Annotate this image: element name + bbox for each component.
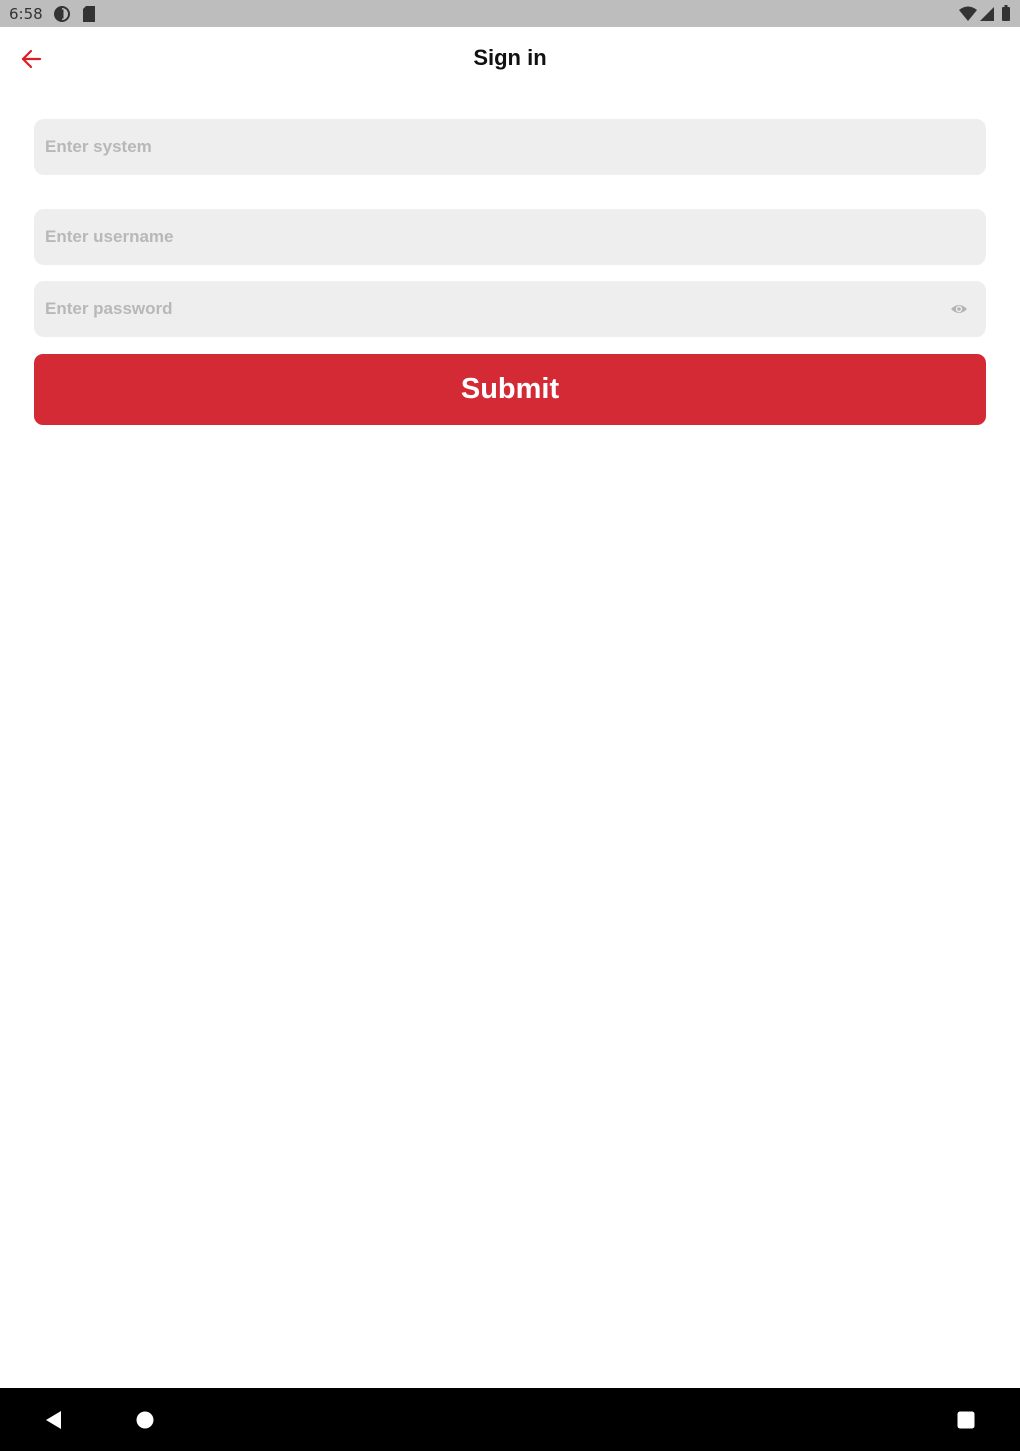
eye-icon[interactable] bbox=[950, 301, 968, 317]
sd-card-icon bbox=[82, 6, 96, 27]
battery-icon bbox=[1002, 5, 1010, 26]
back-triangle-icon[interactable] bbox=[42, 1408, 66, 1432]
page-title: Sign in bbox=[473, 45, 547, 70]
recents-square-icon[interactable] bbox=[954, 1408, 978, 1432]
home-circle-icon[interactable] bbox=[133, 1408, 157, 1432]
status-bar: 6:58 bbox=[0, 0, 1020, 27]
password-field bbox=[34, 281, 986, 337]
username-input[interactable] bbox=[34, 209, 986, 265]
password-input[interactable] bbox=[34, 281, 986, 337]
status-time: 6:58 bbox=[9, 5, 43, 23]
data-saver-icon bbox=[53, 5, 71, 28]
cell-signal-icon bbox=[980, 7, 994, 26]
system-input[interactable] bbox=[34, 119, 986, 175]
username-field bbox=[34, 209, 986, 265]
system-field bbox=[34, 119, 986, 175]
nav-bar bbox=[0, 1388, 1020, 1451]
submit-button[interactable]: Submit bbox=[34, 354, 986, 425]
wifi-icon bbox=[959, 6, 977, 26]
app-bar: Sign in bbox=[0, 27, 1020, 93]
